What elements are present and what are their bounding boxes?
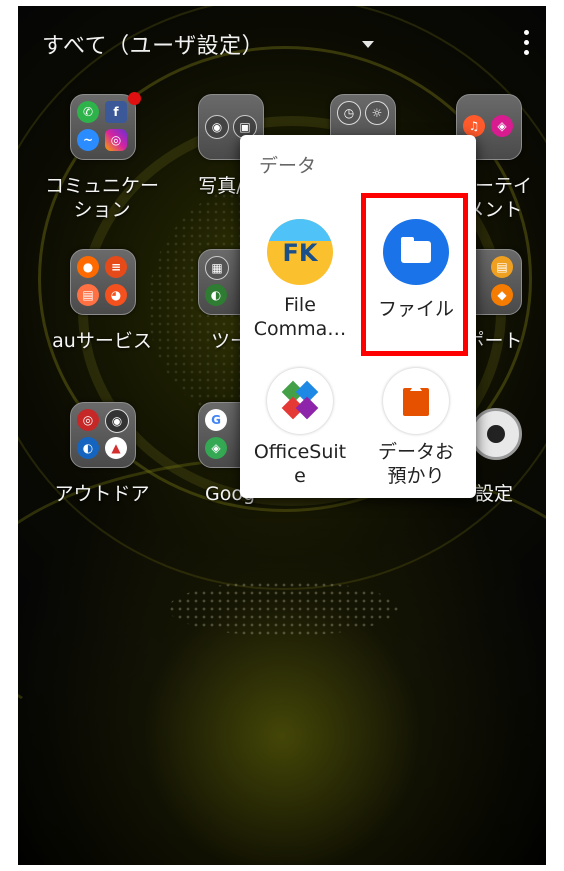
more-options-icon[interactable] (523, 30, 531, 56)
warning-icon: ▲ (105, 437, 127, 459)
folder-icon: ● ≡ ▤ ◕ (70, 249, 136, 315)
instagram-icon: ◎ (105, 129, 127, 151)
messenger-icon: ~ (77, 129, 99, 151)
facebook-icon: f (105, 101, 127, 123)
au-app-icon: ▤ (77, 284, 99, 306)
music-icon: ♫ (463, 115, 485, 137)
folder-title[interactable]: データ (259, 151, 316, 178)
tool-app-icon: ◐ (205, 284, 227, 306)
phone-icon: ✆ (77, 101, 99, 123)
box-icon: ◈ (491, 115, 513, 137)
au-app-icon: ● (77, 256, 99, 278)
notification-dot (128, 92, 141, 105)
title-bar: すべて（ユーザ設定） (18, 26, 546, 70)
compass-icon: ◎ (77, 409, 99, 431)
google-icon: G (205, 409, 227, 431)
clock-icon: ◷ (337, 101, 361, 125)
file-commander-icon: FK (267, 219, 333, 285)
dropdown-arrow-icon[interactable] (362, 41, 374, 48)
folder-icon: ✆ f ~ ◎ (70, 94, 136, 160)
au-app-icon: ≡ (105, 256, 127, 278)
page-title[interactable]: すべて（ユーザ設定） (42, 28, 264, 60)
app-label: データお 預かり (377, 441, 454, 487)
app-label: OfficeSuit e (253, 441, 347, 487)
home-screen: すべて（ユーザ設定） ✆ f ~ ◎ コミュニケー ション ◉ ▣ 写真/動 ◷… (18, 6, 546, 865)
tool-app-icon: ▦ (205, 256, 229, 280)
officesuite-icon (267, 368, 333, 434)
maps-icon: ◈ (205, 437, 227, 459)
backup-icon (383, 368, 449, 434)
gauge-icon: ◉ (105, 409, 129, 433)
au-app-icon: ◕ (105, 284, 127, 306)
app-label: File Comma… (253, 294, 347, 340)
gear-icon (470, 408, 522, 460)
weather-icon: ☼ (365, 101, 389, 125)
highlight-box (361, 193, 468, 356)
folder-icon: ◎ ◉ ◐ ▲ (70, 402, 136, 468)
camera-icon: ◉ (205, 115, 229, 139)
map-app-icon: ◐ (77, 437, 99, 459)
support-app-icon: ▤ (491, 256, 513, 278)
support-app-icon: ◆ (491, 284, 513, 306)
